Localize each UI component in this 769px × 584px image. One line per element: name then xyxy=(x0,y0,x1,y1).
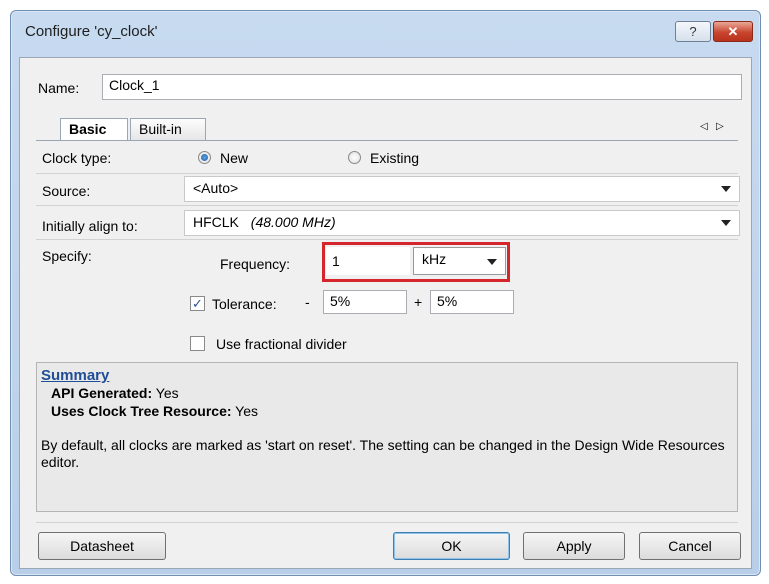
close-icon: ✕ xyxy=(727,23,739,39)
name-input[interactable]: Clock_1 xyxy=(102,74,742,100)
clock-type-label: Clock type: xyxy=(42,150,112,166)
fractional-divider-label[interactable]: Use fractional divider xyxy=(216,336,347,352)
close-button[interactable]: ✕ xyxy=(713,21,753,42)
radio-new[interactable] xyxy=(198,151,211,164)
frequency-unit-dropdown[interactable]: kHz xyxy=(413,247,506,275)
summary-tree-value: Yes xyxy=(235,403,259,419)
specify-label: Specify: xyxy=(42,248,92,264)
help-button[interactable]: ? xyxy=(675,21,711,42)
align-value: HFCLK xyxy=(193,214,239,230)
tab-built-in[interactable]: Built-in xyxy=(130,118,206,140)
summary-api-value: Yes xyxy=(155,385,179,401)
dialog-client-area: Name: Clock_1 Basic Built-in ◁ ▷ Clock t… xyxy=(19,57,752,569)
frequency-input[interactable]: 1 xyxy=(326,247,410,275)
summary-tree-line: Uses Clock Tree Resource: Yes xyxy=(51,403,258,419)
cancel-button[interactable]: Cancel xyxy=(639,532,741,560)
frequency-unit-value: kHz xyxy=(422,251,447,267)
chevron-down-icon xyxy=(487,259,497,265)
tolerance-label: Tolerance: xyxy=(212,296,277,312)
divider xyxy=(36,173,738,174)
apply-button[interactable]: Apply xyxy=(523,532,625,560)
frequency-label: Frequency: xyxy=(220,256,291,272)
name-label: Name: xyxy=(38,80,80,96)
tolerance-checkbox[interactable]: ✓ xyxy=(190,296,205,311)
tolerance-plus-input[interactable]: 5% xyxy=(430,290,514,314)
radio-new-label[interactable]: New xyxy=(220,150,248,166)
title-bar[interactable]: Configure 'cy_clock' ? ✕ xyxy=(11,11,760,51)
source-label: Source: xyxy=(42,183,91,199)
chevron-down-icon xyxy=(721,186,731,192)
source-dropdown[interactable]: <Auto> xyxy=(184,176,740,202)
tolerance-minus-input[interactable]: 5% xyxy=(323,290,407,314)
radio-existing[interactable] xyxy=(348,151,361,164)
datasheet-button[interactable]: Datasheet xyxy=(38,532,166,560)
summary-api-key: API Generated: xyxy=(51,385,153,401)
chevron-down-icon xyxy=(721,220,731,226)
divider xyxy=(36,522,738,523)
align-label: Initially align to: xyxy=(42,218,138,234)
align-frequency-detail: (48.000 MHz) xyxy=(250,214,336,230)
divider xyxy=(36,239,738,240)
window-title: Configure 'cy_clock' xyxy=(25,23,158,40)
source-value: <Auto> xyxy=(193,180,239,196)
summary-heading[interactable]: Summary xyxy=(41,367,109,384)
summary-api-line: API Generated: Yes xyxy=(51,385,179,401)
summary-tree-key: Uses Clock Tree Resource: xyxy=(51,403,232,419)
radio-existing-label[interactable]: Existing xyxy=(370,150,419,166)
tab-scroll-right-icon[interactable]: ▷ xyxy=(716,121,724,132)
dialog-window: Configure 'cy_clock' ? ✕ Name: Clock_1 B… xyxy=(10,10,761,576)
tolerance-minus-sign: - xyxy=(305,294,310,310)
ok-button[interactable]: OK xyxy=(393,532,510,560)
divider xyxy=(36,205,738,206)
tab-basic[interactable]: Basic xyxy=(60,118,128,141)
summary-note: By default, all clocks are marked as 'st… xyxy=(41,437,725,470)
fractional-divider-checkbox[interactable] xyxy=(190,336,205,351)
align-dropdown[interactable]: HFCLK (48.000 MHz) xyxy=(184,210,740,236)
help-icon: ? xyxy=(689,24,697,39)
tab-strip-border xyxy=(36,140,738,141)
summary-panel: Summary API Generated: Yes Uses Clock Tr… xyxy=(36,362,738,512)
tab-scroll-left-icon[interactable]: ◁ xyxy=(700,121,708,132)
tolerance-plus-sign: + xyxy=(414,294,423,310)
